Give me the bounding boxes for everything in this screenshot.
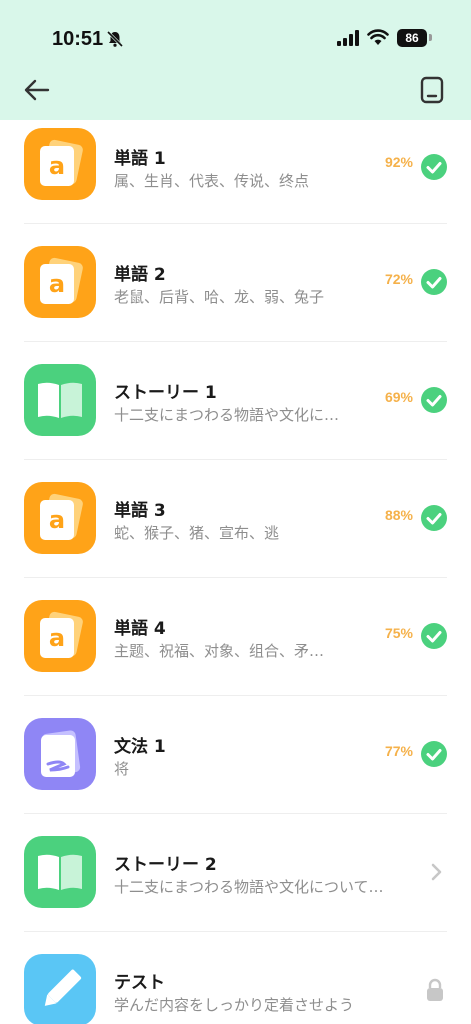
lesson-score: 88% [384,507,413,523]
check-icon [421,269,447,295]
lesson-subtitle: 十二支にまつわる物語や文化について… [114,878,384,896]
book-icon [24,836,96,908]
note-icon[interactable] [419,76,445,104]
lesson-score: 75% [384,625,413,641]
check-icon [421,741,447,767]
svg-text:a: a [49,624,65,652]
bell-off-icon [106,30,124,48]
lesson-score: 92% [384,154,413,170]
svg-text:a: a [49,152,65,180]
svg-text:a: a [49,506,65,534]
battery-cap [429,34,432,41]
wifi-icon [367,29,389,45]
lesson-title: 単語 3 [114,501,166,521]
flashcard-icon: a [24,482,96,554]
lesson-list: a 単語 1 属、生肖、代表、传说、终点 92% a 単語 2 老鼠、后背、哈、… [0,120,471,1024]
lesson-title: テスト [114,973,165,993]
svg-text:a: a [49,270,65,298]
status-time: 10:51 [52,28,104,50]
cellular-signal-icon [337,30,359,46]
lesson-item-story-1[interactable]: ストーリー 1 十二支にまつわる物語や文化に… 69% [24,342,447,460]
check-icon [421,505,447,531]
flashcard-icon: a [24,128,96,200]
lesson-title: ストーリー 2 [114,855,217,875]
lesson-item-test[interactable]: テスト 学んだ内容をしっかり定着させよう [24,932,447,1024]
lesson-title: 単語 4 [114,619,166,639]
lesson-item-vocab-3[interactable]: a 単語 3 蛇、猴子、猪、宣布、逃 88% [24,460,447,578]
lesson-score: 69% [384,389,413,405]
lesson-score: 72% [384,271,413,287]
lesson-title: 単語 2 [114,265,166,285]
lock-icon [427,978,443,1001]
top-bar: 10:51 86 [0,0,471,120]
lesson-subtitle: 学んだ内容をしっかり定着させよう [114,996,355,1014]
flashcard-icon: a [24,246,96,318]
check-icon [421,623,447,649]
pencil-icon [24,954,96,1024]
lesson-title: 単語 1 [114,149,166,169]
lesson-subtitle: 属、生肖、代表、传说、终点 [114,172,310,190]
battery-indicator: 86 [397,29,427,47]
lesson-item-vocab-1[interactable]: a 単語 1 属、生肖、代表、传说、终点 92% [24,120,447,224]
check-icon [421,387,447,413]
lesson-title: 文法 1 [114,737,166,757]
lesson-item-vocab-2[interactable]: a 単語 2 老鼠、后背、哈、龙、弱、兔子 72% [24,224,447,342]
lesson-item-grammar-1[interactable]: 文法 1 将 77% [24,696,447,814]
lesson-subtitle: 主题、祝福、对象、组合、矛… [114,642,325,660]
lesson-item-vocab-4[interactable]: a 単語 4 主题、祝福、对象、组合、矛… 75% [24,578,447,696]
chevron-right-icon [431,863,442,881]
back-arrow-icon[interactable] [24,78,50,102]
lesson-score: 77% [384,743,413,759]
lesson-subtitle: 老鼠、后背、哈、龙、弱、兔子 [114,288,325,306]
lesson-subtitle: 将 [114,760,130,778]
grammar-note-icon [24,718,96,790]
check-icon [421,154,447,180]
flashcard-icon: a [24,600,96,672]
lesson-item-story-2[interactable]: ストーリー 2 十二支にまつわる物語や文化について… [24,814,447,932]
lesson-title: ストーリー 1 [114,383,217,403]
book-icon [24,364,96,436]
lesson-subtitle: 十二支にまつわる物語や文化に… [114,406,340,424]
lesson-subtitle: 蛇、猴子、猪、宣布、逃 [114,524,280,542]
